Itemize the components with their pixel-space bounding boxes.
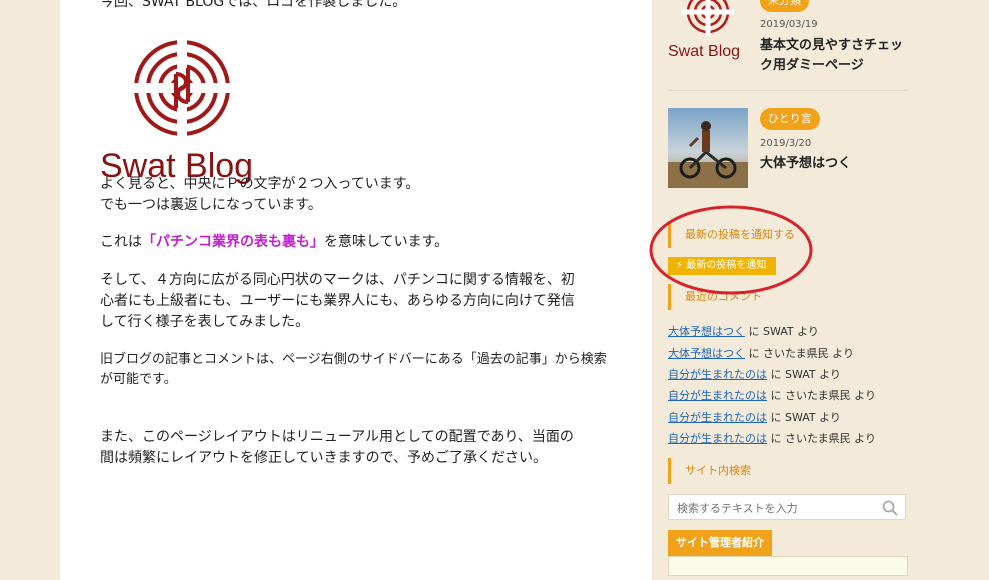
comment-item: 自分が生まれたのは に さいたま県民 より: [668, 430, 876, 446]
main-content-area: 今回、SWAT BLOGでは、ロゴを作製しました。 Swat Blog よく見る…: [60, 0, 652, 580]
comment-author: に SWAT より: [748, 325, 819, 338]
comment-post-link[interactable]: 自分が生まれたのは: [668, 432, 767, 445]
para-3-line-2: 心者にも上級者にも、ユーザーにも業界人にも、あらゆる方向に向けて発信: [100, 293, 575, 309]
comment-item: 大体予想はつく に さいたま県民 より: [668, 345, 854, 361]
divider: [668, 90, 908, 91]
category-badge[interactable]: ひとり言: [760, 108, 820, 130]
post-date: 2019/3/20: [760, 138, 812, 149]
comment-post-link[interactable]: 大体予想はつく: [668, 347, 745, 360]
annotation-circle: [649, 205, 813, 295]
comment-item: 大体予想はつく に SWAT より: [668, 323, 819, 339]
para-2-pre: これは: [100, 234, 142, 250]
admin-intro-title: サイト管理者紹介: [668, 530, 772, 556]
search-box: [668, 494, 906, 520]
category-badge[interactable]: 未分類: [760, 0, 809, 12]
comment-author: に SWAT より: [770, 368, 841, 381]
thumb-logo-text: Swat Blog: [668, 43, 740, 60]
swat-blog-logo: Swat Blog: [100, 36, 253, 185]
para-3-line-1: そして、４方向に広がる同心円状のマークは、パチンコに関する情報を、初: [100, 272, 575, 288]
comment-author: に SWAT より: [770, 411, 841, 424]
post-date: 2019/03/19: [760, 19, 818, 30]
sidebar-post-2[interactable]: ひとり言 2019/3/20 大体予想はつく: [668, 108, 908, 188]
post-thumbnail-logo[interactable]: Swat Blog: [668, 0, 748, 66]
comment-post-link[interactable]: 大体予想はつく: [668, 325, 745, 338]
comment-post-link[interactable]: 自分が生まれたのは: [668, 389, 767, 402]
comment-author: に さいたま県民 より: [770, 432, 876, 445]
comment-post-link[interactable]: 自分が生まれたのは: [668, 411, 767, 424]
comment-author: に さいたま県民 より: [748, 347, 854, 360]
para-1-line-2: でも一つは裏返しになっています。: [100, 197, 322, 213]
para-2-highlight: 「パチンコ業界の表も裏も」: [142, 234, 324, 250]
sidebar-post-1[interactable]: Swat Blog 未分類 2019/03/19 基本文の見やすさチェック用ダミ…: [668, 0, 908, 90]
para-5-line-1: また、このページレイアウトはリニューアル用としての配置であり、当面の: [100, 429, 574, 445]
admin-intro-box: [668, 556, 908, 576]
para-4-line-2: が可能です。: [100, 372, 177, 387]
para-4-line-1: 旧ブログの記事とコメントは、ページ右側のサイドバーにある「過去の記事」から検索: [100, 352, 607, 367]
para-3-line-3: して行く様子を表してみました。: [100, 314, 310, 330]
post-title[interactable]: 大体予想はつく: [760, 154, 906, 174]
search-input[interactable]: [675, 497, 879, 519]
para-2-post: を意味しています。: [324, 234, 449, 250]
article-intro: 今回、SWAT BLOGでは、ロゴを作製しました。: [100, 0, 407, 10]
para-5-line-2: 間は頻繁にレイアウトを修正していきますので、予めご了承ください。: [100, 450, 548, 466]
comment-item: 自分が生まれたのは に さいたま県民 より: [668, 387, 876, 403]
para-1-line-1: よく見ると、中央にＰの文字が２つ入っています。: [100, 176, 420, 192]
para-2: これは「パチンコ業界の表も裏も」を意味しています。: [100, 232, 448, 253]
site-search-title: サイト内検索: [668, 458, 921, 484]
search-icon[interactable]: [881, 499, 899, 517]
post-title[interactable]: 基本文の見やすさチェック用ダミーページ: [760, 36, 906, 76]
comment-post-link[interactable]: 自分が生まれたのは: [668, 368, 767, 381]
comment-author: に さいたま県民 より: [770, 389, 876, 402]
comment-item: 自分が生まれたのは に SWAT より: [668, 366, 841, 382]
post-thumbnail-motorcycle-photo[interactable]: [668, 108, 748, 188]
comment-item: 自分が生まれたのは に SWAT より: [668, 409, 841, 425]
